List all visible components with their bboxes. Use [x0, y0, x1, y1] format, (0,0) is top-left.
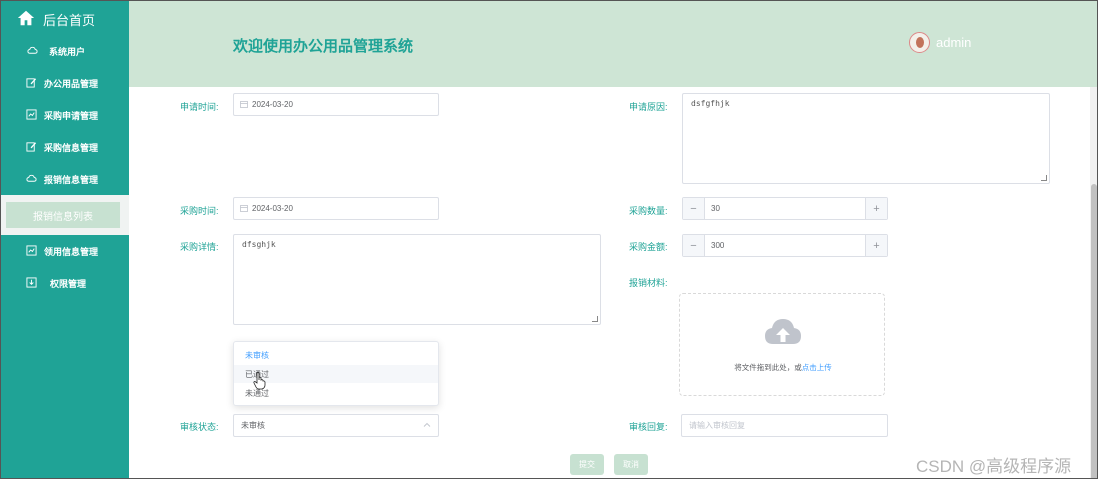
- sidebar-item-label: 报销信息管理: [44, 174, 99, 185]
- decrement-button[interactable]: −: [683, 198, 705, 219]
- apply-time-label: 申请时间:: [180, 102, 219, 112]
- edit-icon: [26, 141, 38, 153]
- sidebar-subitem-label: 报销信息列表: [6, 202, 120, 228]
- audit-reply-placeholder: 请输入审核回复: [689, 421, 745, 430]
- audit-status-value: 未审核: [241, 421, 265, 430]
- user-menu[interactable]: admin: [909, 32, 971, 53]
- cloud-icon: [27, 45, 39, 57]
- calendar-icon: [240, 100, 248, 110]
- sidebar-item-office-supplies[interactable]: 办公用品管理: [1, 72, 129, 94]
- decrement-button[interactable]: −: [683, 235, 705, 256]
- page-title: 欢迎使用办公用品管理系统: [233, 38, 414, 55]
- sidebar-item-purchase-info[interactable]: 采购信息管理: [1, 136, 129, 158]
- sidebar-item-system-users[interactable]: 系统用户: [1, 40, 129, 62]
- upload-link[interactable]: 点击上传: [802, 363, 832, 372]
- increment-button[interactable]: +: [865, 198, 887, 219]
- status-option-pending[interactable]: 未审核: [234, 346, 438, 364]
- cancel-button[interactable]: 取消: [614, 454, 648, 475]
- hand-cursor-icon: [253, 372, 267, 390]
- purchase-qty-value[interactable]: 30: [705, 198, 865, 219]
- purchase-time-value: 2024-03-20: [252, 204, 293, 213]
- upload-hint: 将文件拖到此处，或: [734, 363, 802, 372]
- avatar: [909, 32, 930, 53]
- sidebar-item-requisition[interactable]: 领用信息管理: [1, 240, 129, 262]
- submit-button[interactable]: 提交: [570, 454, 604, 475]
- chart-icon: [26, 109, 38, 121]
- audit-status-label: 审核状态:: [180, 422, 219, 432]
- resize-handle[interactable]: [1041, 175, 1047, 181]
- download-icon: [26, 277, 38, 289]
- sidebar-home-label: 后台首页: [43, 13, 96, 28]
- sidebar-item-reimbursement[interactable]: 报销信息管理: [1, 168, 129, 190]
- sidebar-subitem-reimbursement-list[interactable]: 报销信息列表: [1, 195, 129, 235]
- apply-reason-label: 申请原因:: [629, 102, 668, 112]
- audit-reply-input[interactable]: 请输入审核回复: [681, 414, 888, 437]
- purchase-amount-label: 采购金额:: [629, 242, 668, 252]
- upload-dropzone[interactable]: 将文件拖到此处，或点击上传: [679, 293, 885, 396]
- edit-icon: [26, 77, 38, 89]
- purchase-qty-stepper[interactable]: − 30 +: [682, 197, 888, 220]
- purchase-time-label: 采购时间:: [180, 206, 219, 216]
- resize-handle[interactable]: [592, 316, 598, 322]
- username: admin: [936, 35, 972, 50]
- purchase-detail-label: 采购详情:: [180, 242, 219, 252]
- apply-reason-value: dsfgfhjk: [691, 99, 730, 108]
- sidebar-item-label: 采购信息管理: [44, 142, 99, 153]
- apply-time-input[interactable]: 2024-03-20: [233, 93, 439, 116]
- sidebar-item-label: 系统用户: [49, 46, 86, 57]
- chart-icon: [26, 245, 38, 257]
- purchase-qty-label: 采购数量:: [629, 206, 668, 216]
- header: 欢迎使用办公用品管理系统 admin: [129, 1, 1097, 87]
- reimburse-material-label: 报销材料:: [629, 278, 668, 288]
- apply-time-value: 2024-03-20: [252, 100, 293, 109]
- purchase-detail-textarea[interactable]: dfsghjk: [233, 234, 601, 325]
- apply-reason-textarea[interactable]: dsfgfhjk: [682, 93, 1050, 184]
- cloud-icon: [26, 173, 38, 185]
- sidebar-home[interactable]: 后台首页: [17, 9, 95, 30]
- sidebar-item-label: 采购申请管理: [44, 110, 99, 121]
- watermark: CSDN @高级程序源: [916, 457, 1072, 476]
- sidebar: 后台首页 系统用户 办公用品管理 采购申请管理 采购信息管理 报销信息管理 报销…: [1, 1, 129, 478]
- purchase-detail-value: dfsghjk: [242, 240, 276, 249]
- audit-status-select[interactable]: 未审核: [233, 414, 439, 437]
- purchase-time-input[interactable]: 2024-03-20: [233, 197, 439, 220]
- sidebar-item-label: 领用信息管理: [44, 246, 99, 257]
- sidebar-item-label: 办公用品管理: [44, 78, 99, 89]
- home-icon: [17, 9, 35, 30]
- scrollbar-thumb[interactable]: [1091, 184, 1097, 478]
- audit-reply-label: 审核回复:: [629, 422, 668, 432]
- sidebar-item-permissions[interactable]: 权限管理: [1, 272, 129, 294]
- upload-text: 将文件拖到此处，或点击上传: [680, 362, 886, 373]
- chevron-up-icon: [423, 421, 431, 431]
- app-window: 后台首页 系统用户 办公用品管理 采购申请管理 采购信息管理 报销信息管理 报销…: [0, 0, 1098, 479]
- calendar-icon: [240, 204, 248, 214]
- purchase-amount-stepper[interactable]: − 300 +: [682, 234, 888, 257]
- purchase-amount-value[interactable]: 300: [705, 235, 865, 256]
- sidebar-item-label: 权限管理: [50, 278, 87, 289]
- sidebar-item-purchase-request[interactable]: 采购申请管理: [1, 104, 129, 126]
- increment-button[interactable]: +: [865, 235, 887, 256]
